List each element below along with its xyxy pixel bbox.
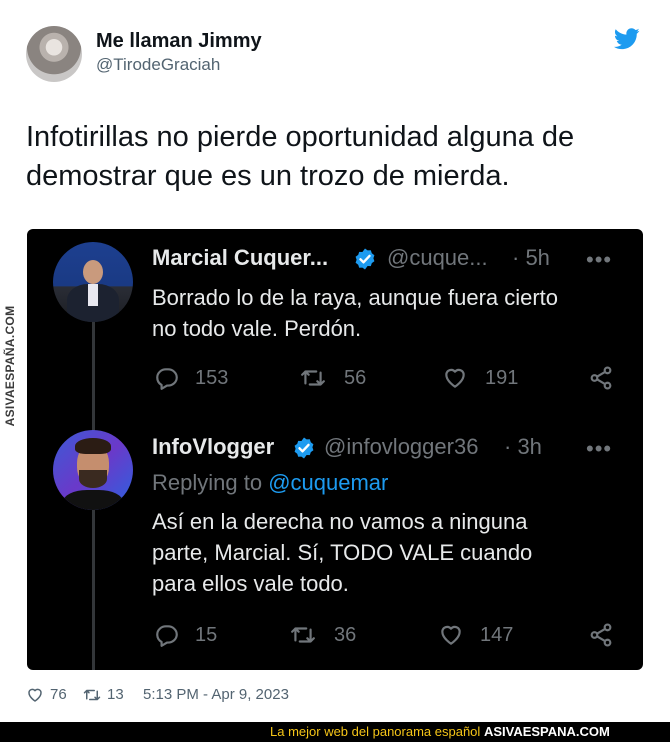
post2-reply-count: 15 — [195, 624, 218, 646]
heart-icon[interactable] — [442, 365, 468, 391]
tweet-like-count: 76 — [50, 686, 67, 703]
post2-text-line2: parte, Marcial. Sí, TODO VALE cuando — [152, 540, 533, 565]
post2-more-icon[interactable]: ••• — [586, 436, 612, 462]
post2-time: · 3h — [504, 434, 542, 459]
heart-icon[interactable] — [438, 622, 464, 648]
post1-time: · 5h — [512, 245, 550, 270]
repost-icon[interactable] — [290, 622, 316, 648]
post2-repost-count: 36 — [334, 624, 357, 646]
replying-to-link[interactable]: @cuquemar — [268, 470, 388, 495]
post1-text-line1: Borrado lo de la raya, aunque fuera cier… — [152, 285, 559, 310]
banner-text[interactable]: La mejor web del panorama español ASIVAE… — [270, 724, 610, 739]
share-icon[interactable] — [588, 622, 614, 648]
post2-text-line3: para ellos vale todo. — [152, 571, 349, 596]
post2-like-count: 147 — [480, 624, 514, 646]
share-icon[interactable] — [588, 365, 614, 391]
post1-reply-count: 153 — [195, 367, 229, 389]
post2-text-line1: Así en la derecha no vamos a ninguna — [152, 509, 528, 534]
site-watermark: ASIVAESPAÑA.COM — [0, 304, 20, 428]
reply-icon[interactable] — [154, 622, 180, 648]
banner-brand[interactable]: ASIVAESPANA.COM — [484, 724, 610, 739]
repost-icon[interactable] — [300, 365, 326, 391]
post1-name[interactable]: Marcial Cuquer... — [152, 245, 328, 271]
author-handle[interactable]: @TirodeGraciah — [96, 55, 220, 75]
replying-prefix: Replying to — [152, 470, 263, 495]
post2-handle[interactable]: @infovlogger36 — [324, 434, 478, 460]
heart-icon[interactable] — [26, 686, 44, 704]
post1-more-icon[interactable]: ••• — [586, 247, 612, 273]
tweet-retweet-count: 13 — [107, 686, 124, 703]
verified-badge-icon — [294, 437, 314, 459]
post1-avatar[interactable] — [53, 242, 133, 322]
post1-like-count: 191 — [485, 367, 519, 389]
tweet-timestamp[interactable]: 5:13 PM - Apr 9, 2023 — [143, 686, 289, 703]
author-name[interactable]: Me llaman Jimmy — [96, 30, 262, 53]
twitter-bird-icon[interactable] — [614, 28, 640, 50]
banner-tagline: La mejor web del panorama español — [270, 724, 481, 739]
post2-avatar[interactable] — [53, 430, 133, 510]
replying-label: Replying to @cuquemar — [152, 470, 388, 496]
verified-badge-icon — [355, 248, 375, 270]
post2-name[interactable]: InfoVlogger — [152, 434, 274, 460]
watermark-text: ASIVAESPAÑA.COM — [3, 305, 17, 427]
post1-text-line2: no todo vale. Perdón. — [152, 316, 362, 341]
reply-icon[interactable] — [154, 365, 180, 391]
tweet-text: Infotirillas no pierde oportunidad algun… — [26, 121, 575, 192]
post1-handle[interactable]: @cuque... — [387, 245, 488, 271]
post1-repost-count: 56 — [344, 367, 367, 389]
author-avatar[interactable] — [26, 26, 82, 82]
repost-icon[interactable] — [82, 686, 102, 704]
